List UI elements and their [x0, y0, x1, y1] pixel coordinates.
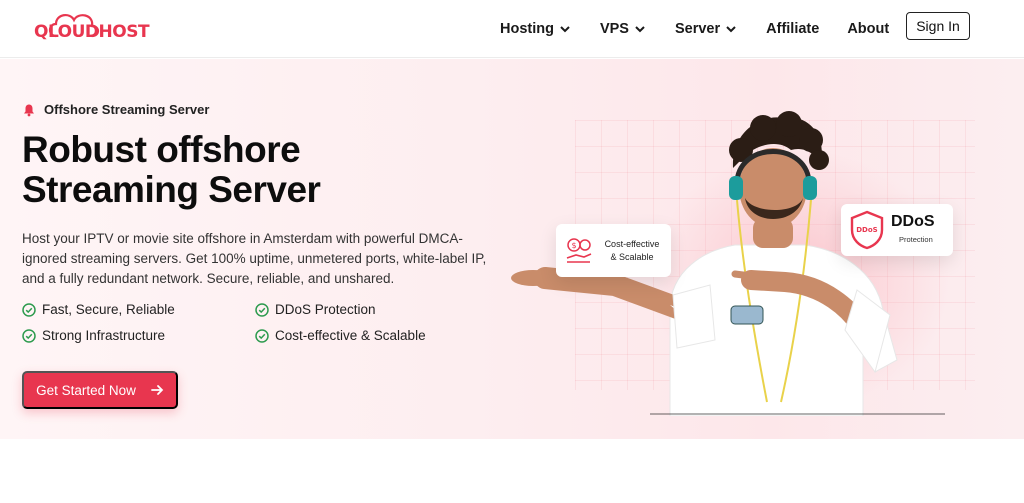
nav-item-affiliate[interactable]: Affiliate: [766, 21, 819, 37]
nav-item-vps[interactable]: VPS: [600, 21, 647, 37]
cost-badge-text: Cost-effective & Scalable: [598, 238, 666, 264]
nav-label: Server: [674, 21, 721, 37]
feature-label: Cost-effective & Scalable: [275, 328, 426, 343]
cta-label: Get Started Now: [36, 382, 136, 398]
chevron-down-icon: [635, 26, 645, 33]
feature-label: Strong Infrastructure: [42, 328, 166, 343]
chevron-down-icon: [560, 26, 570, 33]
nav-item-about[interactable]: About: [847, 21, 889, 37]
nav-item-server[interactable]: Server: [675, 21, 738, 37]
check-circle-icon: [255, 302, 269, 317]
main-nav: Hosting VPS Server Affiliate About: [500, 0, 917, 58]
sign-in-button[interactable]: Sign In: [906, 12, 970, 40]
logo-text: QLOUDHOST: [34, 22, 150, 42]
hero-title: Robust offshore Streaming Server: [22, 130, 462, 210]
arrow-right-icon: [150, 385, 164, 395]
bell-icon: [24, 104, 34, 116]
chevron-down-icon: [726, 26, 736, 33]
check-circle-icon: [22, 302, 36, 317]
cost-effective-badge: $ Cost-effective & Scalable: [556, 224, 671, 277]
nav-label: Hosting: [500, 21, 554, 37]
feature-item: DDoS Protection: [255, 302, 376, 317]
ddos-badge-subtitle: Protection: [899, 235, 933, 244]
ground-line: [650, 413, 945, 415]
hero-title-line1: Robust offshore: [22, 129, 301, 170]
shield-check-icon: DDoS: [850, 210, 884, 250]
feature-item: Cost-effective & Scalable: [255, 328, 426, 343]
feature-item: Strong Infrastructure: [22, 328, 165, 343]
hero-description: Host your IPTV or movie site offshore in…: [22, 231, 487, 286]
hero-eyebrow: Offshore Streaming Server: [22, 102, 209, 117]
cost-badge-line2: & Scalable: [610, 252, 654, 262]
logo[interactable]: QLOUDHOST: [34, 8, 150, 50]
feature-label: Fast, Secure, Reliable: [42, 302, 175, 317]
check-circle-icon: [255, 328, 269, 343]
get-started-button[interactable]: Get Started Now: [22, 371, 178, 409]
hero-title-line2: Streaming Server: [22, 169, 321, 210]
check-circle-icon: [22, 328, 36, 343]
nav-item-hosting[interactable]: Hosting: [500, 21, 572, 37]
eyebrow-text: Offshore Streaming Server: [44, 102, 210, 117]
nav-label: About: [847, 21, 890, 37]
hero-bottom-spacer: [0, 439, 1024, 503]
shield-label: DDoS: [856, 226, 877, 234]
nav-label: VPS: [599, 21, 629, 37]
site-header: QLOUDHOST Hosting VPS Server Affiliate A…: [0, 0, 1024, 58]
ddos-protection-badge: DDoS DDoS Protection: [841, 204, 953, 256]
feature-item: Fast, Secure, Reliable: [22, 302, 175, 317]
ddos-badge-title: DDoS: [891, 213, 935, 230]
feature-label: DDoS Protection: [275, 302, 376, 317]
svg-text:$: $: [571, 241, 576, 250]
cost-badge-line1: Cost-effective: [604, 239, 660, 249]
nav-label: Affiliate: [766, 21, 820, 37]
hand-coins-icon: $: [566, 238, 592, 263]
